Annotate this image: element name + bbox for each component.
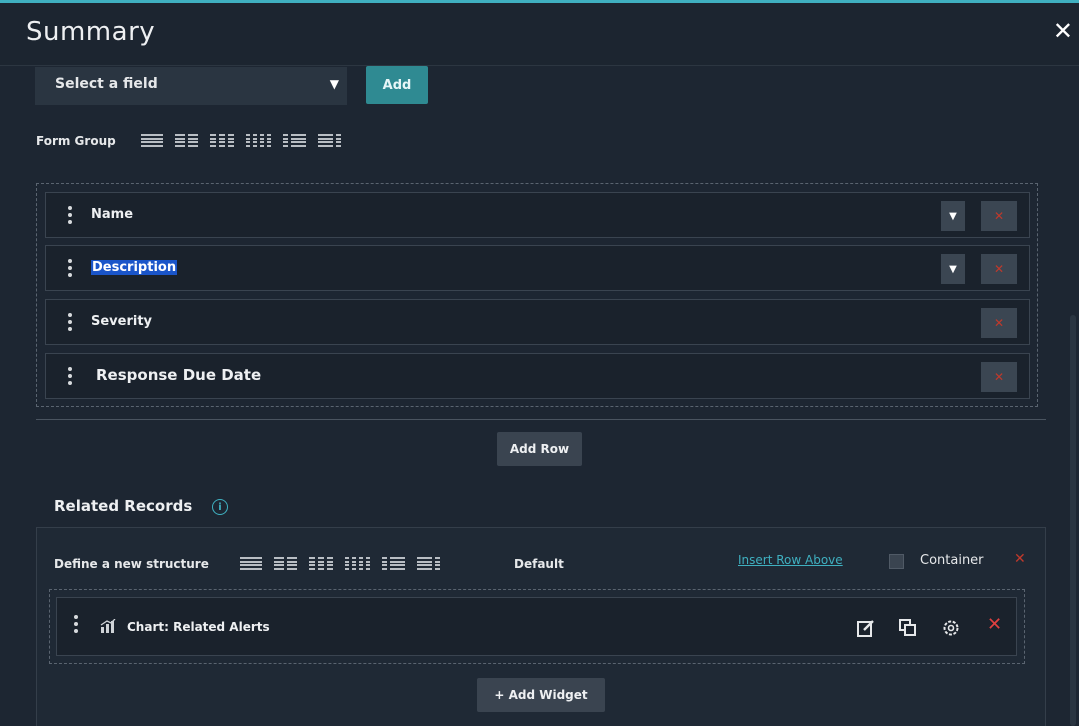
field-label: Response Due Date bbox=[96, 366, 262, 384]
layout-2-col-icon[interactable] bbox=[175, 134, 198, 147]
drag-handle-icon[interactable] bbox=[74, 615, 78, 633]
modal-header: Summary ✕ bbox=[0, 3, 1079, 66]
container-checkbox[interactable] bbox=[889, 554, 904, 569]
modal-title: Summary bbox=[26, 17, 156, 47]
related-records-title: Related Records bbox=[54, 497, 193, 515]
form-group-layouts bbox=[141, 134, 341, 147]
drag-handle-icon[interactable] bbox=[68, 206, 72, 224]
add-row-button[interactable]: Add Row bbox=[497, 432, 582, 466]
edit-icon[interactable] bbox=[856, 618, 876, 638]
layout-3-col-icon[interactable] bbox=[210, 134, 234, 147]
layout-4-col-icon[interactable] bbox=[345, 557, 370, 570]
divider bbox=[36, 419, 1046, 420]
remove-field-button[interactable]: ✕ bbox=[981, 362, 1017, 392]
remove-row-icon[interactable]: ✕ bbox=[1014, 551, 1026, 567]
drag-handle-icon[interactable] bbox=[68, 259, 72, 277]
field-select-value: Select a field bbox=[55, 76, 158, 92]
form-row-name[interactable]: Name ▼ ✕ bbox=[45, 192, 1030, 238]
default-layout-label[interactable]: Default bbox=[514, 557, 564, 571]
layout-3-col-icon[interactable] bbox=[309, 557, 333, 570]
layout-1-col-icon[interactable] bbox=[141, 134, 163, 147]
chart-icon bbox=[100, 619, 116, 633]
layout-4-col-icon[interactable] bbox=[246, 134, 271, 147]
container-label: Container bbox=[920, 553, 984, 568]
field-label: Description bbox=[91, 260, 178, 275]
layout-1-2-col-icon[interactable] bbox=[382, 557, 405, 570]
widget-row[interactable]: Chart: Related Alerts ✕ bbox=[56, 597, 1017, 656]
remove-field-button[interactable]: ✕ bbox=[981, 201, 1017, 231]
close-icon[interactable]: ✕ bbox=[1053, 17, 1073, 45]
gear-icon[interactable] bbox=[941, 618, 961, 638]
form-row-response-due-date[interactable]: Response Due Date ✕ bbox=[45, 353, 1030, 399]
drag-handle-icon[interactable] bbox=[68, 313, 72, 331]
form-group-box: Name ▼ ✕ Description ▼ ✕ Severity ✕ Resp… bbox=[36, 183, 1038, 407]
layout-2-1-col-icon[interactable] bbox=[417, 557, 440, 570]
form-group-label: Form Group bbox=[36, 134, 116, 148]
field-label: Severity bbox=[91, 314, 153, 329]
define-structure-label: Define a new structure bbox=[54, 557, 209, 571]
insert-row-above-link[interactable]: Insert Row Above bbox=[738, 553, 843, 567]
remove-field-button[interactable]: ✕ bbox=[981, 308, 1017, 338]
copy-icon[interactable] bbox=[898, 618, 918, 638]
drag-handle-icon[interactable] bbox=[68, 367, 72, 385]
layout-2-1-col-icon[interactable] bbox=[318, 134, 341, 147]
chevron-down-icon[interactable]: ▼ bbox=[941, 254, 965, 284]
add-widget-button[interactable]: + Add Widget bbox=[477, 678, 605, 712]
add-field-button[interactable]: Add bbox=[366, 66, 428, 104]
remove-widget-icon[interactable]: ✕ bbox=[987, 614, 1002, 635]
structure-layouts bbox=[240, 557, 440, 570]
chevron-down-icon[interactable]: ▼ bbox=[941, 201, 965, 231]
widget-label: Chart: Related Alerts bbox=[127, 620, 270, 634]
form-row-description[interactable]: Description ▼ ✕ bbox=[45, 245, 1030, 291]
info-icon[interactable]: i bbox=[212, 499, 228, 515]
form-row-severity[interactable]: Severity ✕ bbox=[45, 299, 1030, 345]
field-select[interactable]: Select a field ▼ bbox=[35, 67, 347, 105]
remove-field-button[interactable]: ✕ bbox=[981, 254, 1017, 284]
layout-1-2-col-icon[interactable] bbox=[283, 134, 306, 147]
layout-2-col-icon[interactable] bbox=[274, 557, 297, 570]
layout-1-col-icon[interactable] bbox=[240, 557, 262, 570]
field-label: Name bbox=[91, 207, 134, 222]
scrollbar[interactable] bbox=[1070, 315, 1076, 726]
chevron-down-icon: ▼ bbox=[329, 77, 339, 91]
